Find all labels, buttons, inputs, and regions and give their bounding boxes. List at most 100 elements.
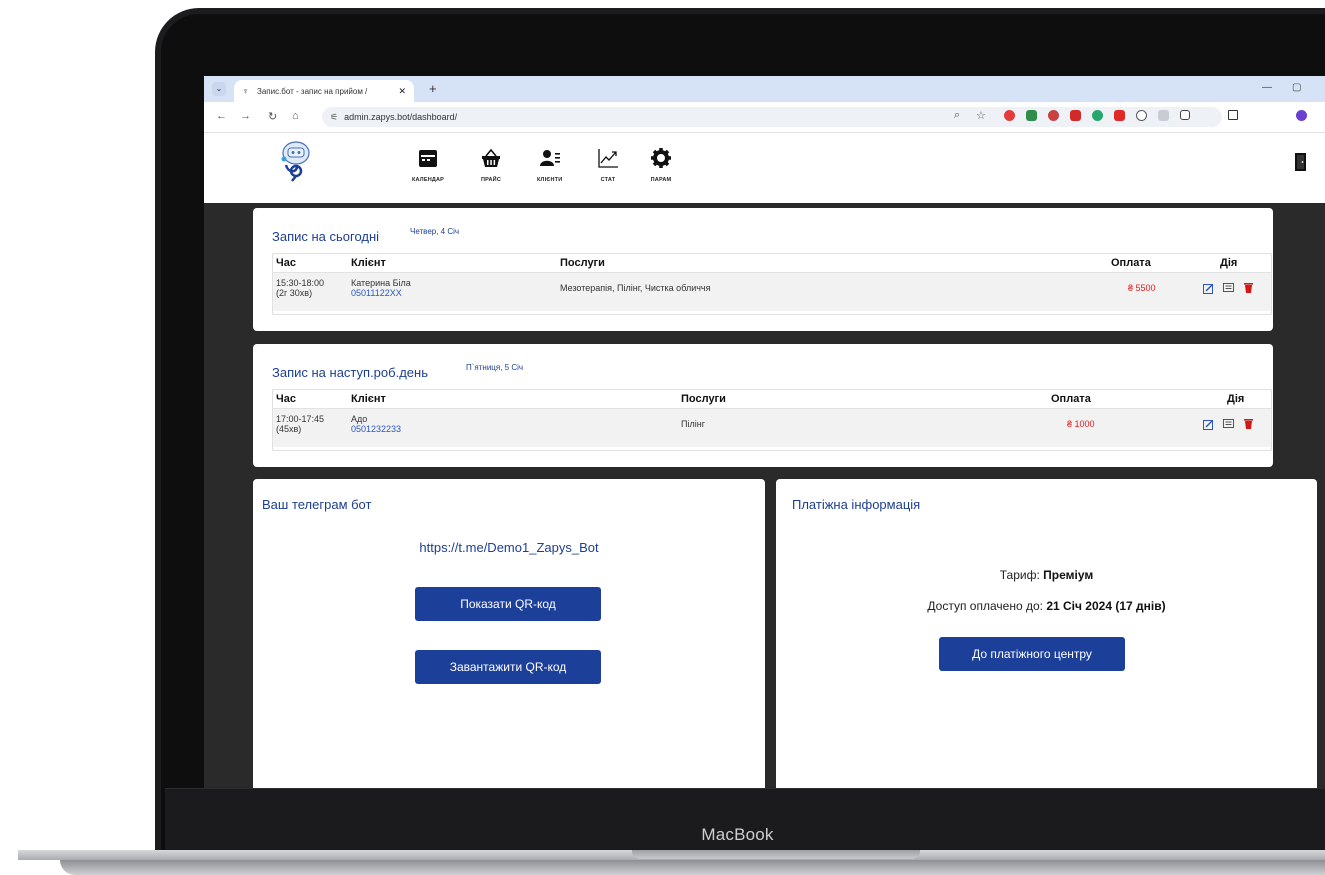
forward-icon[interactable]: →	[240, 110, 251, 122]
row-price: ₴ 5500	[1128, 283, 1156, 293]
col-action: Дія	[1227, 393, 1245, 405]
access-value: 21 Січ 2024 (17 днів)	[1046, 599, 1166, 613]
row-phone[interactable]: 0501232233	[351, 424, 401, 434]
delete-icon[interactable]	[1243, 282, 1254, 293]
chart-icon	[598, 149, 618, 168]
extension-icon[interactable]	[1004, 110, 1015, 121]
nav-calendar[interactable]: КАЛЕНДАР	[412, 147, 444, 183]
col-time: Час	[276, 393, 296, 405]
dashboard-content: Запис на сьогодні Четвер, 4 Січ Час Кліє…	[204, 203, 1325, 788]
row-time: 15:30-18:00	[276, 278, 325, 288]
zoom-icon[interactable]: ⌕	[954, 109, 960, 122]
tab-title: Запис.бот - запис на прийом /	[257, 86, 368, 96]
nav-stats[interactable]: СТАТ	[597, 147, 619, 183]
next-day-table: Час Клієнт Послуги Оплата Дія 17:00-17:4…	[272, 389, 1272, 451]
col-payment: Оплата	[1111, 257, 1151, 269]
extension-icon[interactable]	[1136, 110, 1147, 121]
screen: ⌄ ♆ Запис.бот - запис на прийом / ✕ + — …	[204, 76, 1325, 788]
edit-icon[interactable]	[1203, 419, 1214, 430]
new-tab-button[interactable]: +	[429, 81, 437, 96]
show-qr-button[interactable]: Показати QR-код	[415, 587, 601, 621]
col-services: Послуги	[560, 257, 605, 269]
close-tab-icon[interactable]: ✕	[398, 86, 406, 97]
nav-clients[interactable]: КЛІЄНТИ	[537, 147, 562, 183]
card-title: Запис на сьогодні	[272, 229, 380, 244]
row-services: Мезотерапія, Пілінг, Чистка обличчя	[560, 283, 711, 293]
minimize-icon[interactable]: —	[1262, 82, 1272, 93]
row-duration: (45хв)	[276, 424, 302, 434]
address-bar[interactable]: ⚟ admin.zapys.bot/dashboard/	[322, 107, 1222, 127]
card-title: Ваш телеграм бот	[262, 497, 372, 512]
reload-icon[interactable]: ↻	[268, 110, 277, 123]
today-table: Час Клієнт Послуги Оплата Дія 15:30-18:0…	[272, 253, 1272, 315]
browser-tab[interactable]: ♆ Запис.бот - запис на прийом / ✕	[234, 80, 414, 102]
nav-label: КЛІЄНТИ	[537, 177, 563, 183]
col-client: Клієнт	[351, 393, 386, 405]
gear-icon	[651, 148, 671, 168]
table-header: Час Клієнт Послуги Оплата Дія	[273, 254, 1271, 273]
browser-tab-bar: ⌄ ♆ Запис.бот - запис на прийом / ✕ + — …	[204, 76, 1325, 102]
nav-label: ПРАЙС	[480, 177, 502, 183]
today-card: Запис на сьогодні Четвер, 4 Січ Час Кліє…	[253, 208, 1273, 331]
nav-price[interactable]: ПРАЙС	[480, 147, 502, 183]
download-qr-button[interactable]: Завантажити QR-код	[415, 650, 601, 684]
col-services: Послуги	[681, 393, 726, 405]
app-logo-icon[interactable]	[278, 139, 314, 183]
site-info-icon[interactable]: ⚟	[330, 112, 338, 123]
app-header: КАЛЕНДАР ПРАЙС КЛІЄНТИ СТАТ ПАРАМ	[204, 133, 1325, 203]
basket-icon	[482, 148, 500, 167]
browser-toolbar: ← → ↻ ⌂ ⚟ admin.zapys.bot/dashboard/ ⌕ ☆	[204, 102, 1325, 133]
logout-icon[interactable]	[1295, 153, 1307, 171]
laptop-notch	[632, 850, 920, 859]
bookmark-star-icon[interactable]: ☆	[976, 109, 986, 122]
favicon-icon: ♆	[242, 86, 249, 96]
payment-center-button[interactable]: До платіжного центру	[939, 637, 1125, 671]
comment-icon[interactable]	[1223, 283, 1234, 294]
col-action: Дія	[1220, 257, 1238, 269]
card-date: П`ятниця, 5 Січ	[466, 363, 524, 372]
extension-icon[interactable]	[1158, 110, 1169, 121]
card-title: Платіжна інформація	[792, 497, 921, 512]
next-day-card: Запис на наступ.роб.день П`ятниця, 5 Січ…	[253, 344, 1273, 467]
table-row[interactable]: 15:30-18:00 (2г 30хв) Катерина Біла 0501…	[273, 273, 1271, 311]
row-time: 17:00-17:45	[276, 414, 325, 424]
calendar-icon	[419, 150, 438, 167]
telegram-bot-link[interactable]: https://t.me/Demo1_Zapys_Bot	[253, 540, 765, 555]
row-duration: (2г 30хв)	[276, 288, 313, 298]
profile-avatar-icon[interactable]	[1296, 110, 1307, 121]
row-phone[interactable]: 05011122XX	[351, 288, 402, 298]
maximize-icon[interactable]: ▢	[1292, 82, 1301, 93]
table-row[interactable]: 17:00-17:45 (45хв) Адо 0501232233 Пілінг…	[273, 409, 1271, 447]
tab-search-button[interactable]: ⌄	[212, 82, 226, 96]
extension-icon[interactable]	[1092, 110, 1103, 121]
side-panel-icon[interactable]	[1228, 110, 1238, 120]
nav-settings[interactable]: ПАРАМ	[650, 147, 672, 183]
home-icon[interactable]: ⌂	[292, 110, 299, 122]
laptop-base-bottom	[60, 860, 1325, 875]
extension-icon[interactable]	[1026, 110, 1037, 121]
edit-icon[interactable]	[1203, 283, 1214, 294]
extensions-puzzle-icon[interactable]	[1180, 110, 1190, 120]
col-payment: Оплата	[1051, 393, 1091, 405]
delete-icon[interactable]	[1243, 418, 1254, 429]
card-title: Запис на наступ.роб.день	[272, 365, 428, 380]
table-header: Час Клієнт Послуги Оплата Дія	[273, 390, 1271, 409]
access-line: Доступ оплачено до: 21 Січ 2024 (17 днів…	[776, 599, 1317, 613]
tariff-label: Тариф:	[999, 568, 1040, 582]
comment-icon[interactable]	[1223, 419, 1234, 430]
extension-icon[interactable]	[1114, 110, 1125, 121]
col-client: Клієнт	[351, 257, 386, 269]
back-icon[interactable]: ←	[216, 110, 227, 122]
tariff-value: Преміум	[1043, 568, 1094, 582]
extension-icon[interactable]	[1048, 110, 1059, 121]
extension-icon[interactable]	[1070, 110, 1081, 121]
row-client: Катерина Біла	[351, 278, 411, 288]
payment-card: Платіжна інформація Тариф: Преміум Досту…	[776, 479, 1317, 788]
device-brand: MacBook	[701, 825, 774, 844]
nav-label: СТАТ	[600, 177, 616, 183]
clients-icon	[539, 150, 560, 166]
col-time: Час	[276, 257, 296, 269]
telegram-card: Ваш телеграм бот https://t.me/Demo1_Zapy…	[253, 479, 765, 788]
card-date: Четвер, 4 Січ	[410, 227, 460, 236]
row-services: Пілінг	[681, 419, 705, 429]
